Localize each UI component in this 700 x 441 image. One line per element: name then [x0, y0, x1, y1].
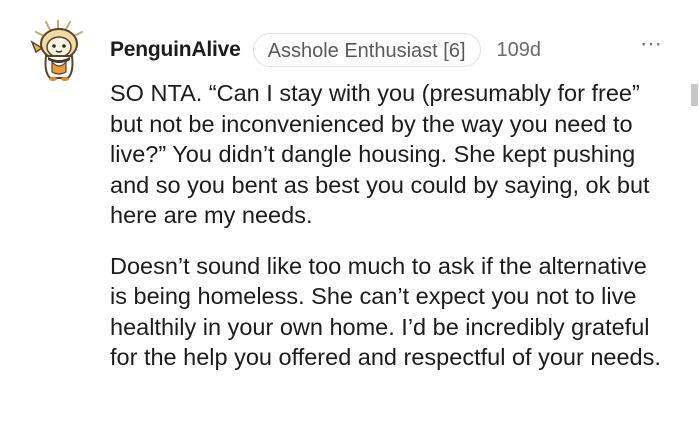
avatar[interactable]	[30, 19, 90, 82]
scrollbar-thumb[interactable]	[691, 84, 698, 106]
comment-paragraph: Doesn’t sound like too much to ask if th…	[110, 252, 661, 371]
comment-paragraph: SO NTA. “Can I stay with you (presumably…	[110, 80, 650, 228]
penguin-avatar-icon	[30, 19, 83, 81]
comment-card: PenguinAlive Asshole Enthusiast [6] 109d…	[0, 0, 700, 441]
user-flair-badge: Asshole Enthusiast [6]	[252, 33, 481, 67]
comment-header: PenguinAlive Asshole Enthusiast [6] 109d	[110, 31, 541, 69]
timestamp[interactable]: 109d	[497, 39, 542, 62]
more-options-icon[interactable]: ⋯	[640, 33, 663, 55]
username-link[interactable]: PenguinAlive	[110, 38, 241, 62]
comment-body: SO NTA. “Can I stay with you (presumably…	[110, 78, 670, 393]
